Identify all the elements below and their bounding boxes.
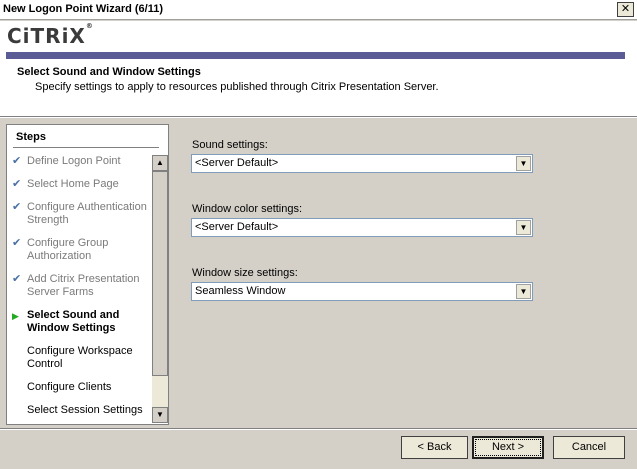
step-label: Select Session Settings [27,404,143,416]
close-button[interactable]: ✕ [617,2,634,17]
window-color-dropdown[interactable]: <Server Default> ▼ [191,218,533,237]
back-button[interactable]: < Back [401,436,468,459]
step-label: Configure Group Authorization [27,237,109,262]
check-icon: ✔ [12,201,22,213]
window-size-value: Seamless Window [195,285,286,297]
steps-divider [13,147,159,148]
scroll-thumb[interactable] [152,171,168,376]
logo-text: CiTRiX [7,24,86,48]
sound-settings-value: <Server Default> [195,157,279,169]
step-label: Configure Workspace Control [27,345,133,370]
title-bar: New Logon Point Wizard (6/11) ✕ [0,0,637,20]
steps-title: Steps [16,131,46,143]
steps-panel: Steps ✔ Define Logon Point ✔ Select Home… [6,124,169,425]
step-label: Define Logon Point [27,155,121,167]
citrix-logo: CiTRiX® [7,22,94,48]
wizard-header: CiTRiX® Select Sound and Window Settings… [0,21,637,118]
check-icon: ✔ [12,155,22,167]
page-subtitle: Specify settings to apply to resources p… [35,81,439,93]
current-step-arrow-icon: ▶ [12,311,19,321]
check-icon: ✔ [12,178,22,190]
page-heading: Select Sound and Window Settings [17,66,201,78]
chevron-down-icon[interactable]: ▼ [516,156,531,171]
sound-settings-label: Sound settings: [192,139,268,151]
window-size-label: Window size settings: [192,267,298,279]
check-icon: ✔ [12,237,22,249]
step-label: Configure Authentication Strength [27,201,147,226]
header-divider [0,116,637,118]
footer-divider [0,428,637,430]
next-button[interactable]: Next > [472,436,544,459]
cancel-button[interactable]: Cancel [553,436,625,459]
window-color-value: <Server Default> [195,221,279,233]
sound-settings-dropdown[interactable]: <Server Default> ▼ [191,154,533,173]
steps-scrollbar[interactable]: ▲ ▼ [152,155,168,423]
scroll-down-icon[interactable]: ▼ [152,407,168,423]
step-label: Configure Clients [27,381,112,393]
window-title: New Logon Point Wizard (6/11) [3,3,164,15]
step-label: Add Citrix Presentation Server Farms [27,273,140,298]
chevron-down-icon[interactable]: ▼ [516,220,531,235]
step-label: Select Sound and Window Settings [27,309,120,334]
check-icon: ✔ [12,273,22,285]
scroll-up-icon[interactable]: ▲ [152,155,168,171]
chevron-down-icon[interactable]: ▼ [516,284,531,299]
brand-bar [6,52,625,59]
step-label: Select Home Page [27,178,119,190]
window-size-dropdown[interactable]: Seamless Window ▼ [191,282,533,301]
window-color-label: Window color settings: [192,203,303,215]
logo-registered-mark: ® [85,22,94,30]
